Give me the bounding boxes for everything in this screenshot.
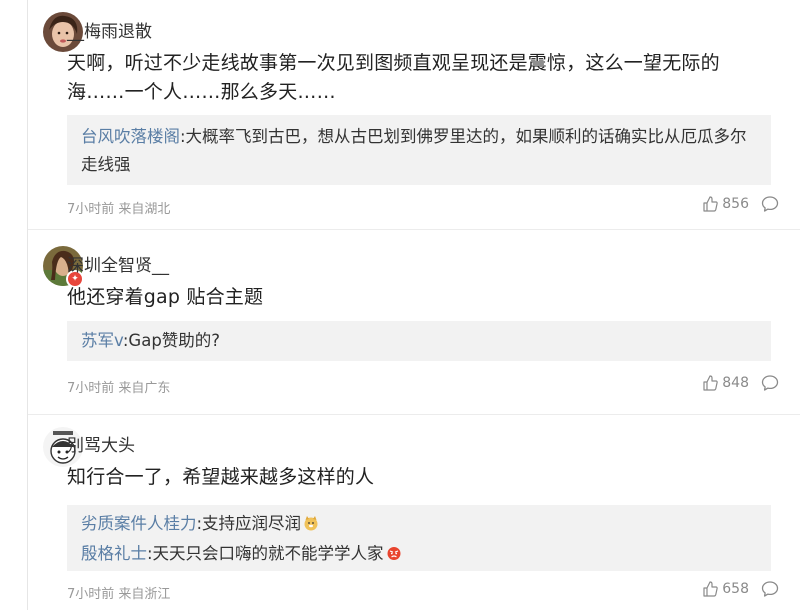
reply-author[interactable]: 苏军v	[81, 331, 123, 350]
doge-emoji-icon	[303, 512, 319, 540]
comment-bubble-icon	[761, 375, 779, 391]
comment-timestamp: 7小时前 来自湖北	[67, 202, 171, 217]
reply-text: :Gap赞助的?	[122, 331, 221, 350]
comment-meta: 7小时前 来自湖北 856	[67, 195, 779, 217]
reply-item: 劣质案件人桂力:支持应润尽润	[81, 510, 757, 540]
reply-text: :支持应润尽润	[196, 514, 302, 533]
like-count: 658	[722, 581, 749, 597]
reply-text: :天天只会口嗨的就不能学学人家	[147, 544, 384, 563]
divider	[28, 229, 800, 230]
like-button[interactable]: 848	[702, 375, 749, 391]
comment-timestamp: 7小时前 来自广东	[67, 381, 171, 396]
reply-author[interactable]: 劣质案件人桂力	[81, 514, 197, 533]
reply-text: :大概率飞到古巴，想从古巴划到佛罗里达的，如果顺利的话确实比从厄瓜多尔走线强	[81, 127, 747, 174]
reply-button[interactable]	[761, 580, 779, 602]
reply-button[interactable]	[761, 195, 779, 217]
reply-item: 殷格礼士:天天只会口嗨的就不能学学人家	[81, 540, 757, 570]
thumbs-up-icon	[703, 581, 719, 597]
comment-text: 知行合一了，希望越来越多这样的人	[67, 466, 375, 488]
comment-bubble-icon	[761, 581, 779, 597]
thumbs-up-icon	[703, 196, 719, 212]
reply-author[interactable]: 殷格礼士	[81, 544, 147, 563]
reply-author[interactable]: 台风吹落楼阁	[81, 127, 180, 146]
username[interactable]: __梅雨退散	[67, 17, 152, 42]
comment-meta: 7小时前 来自浙江 658	[67, 580, 779, 602]
like-count: 848	[722, 375, 749, 391]
like-button[interactable]: 658	[702, 581, 749, 597]
reply-item: 台风吹落楼阁:大概率飞到古巴，想从古巴划到佛罗里达的，如果顺利的话确实比从厄瓜多…	[81, 123, 757, 179]
reply-box[interactable]: 劣质案件人桂力:支持应润尽润 殷格礼士:天天只会口嗨的就不能学学人家	[67, 505, 771, 571]
comment-text: 天啊，听过不少走线故事第一次见到图频直观呈现还是震惊，这么一望无际的海……一个人…	[67, 52, 720, 103]
like-button[interactable]: 856	[702, 196, 749, 212]
reply-item: 苏军v:Gap赞助的?	[81, 327, 757, 355]
reply-button[interactable]	[761, 374, 779, 396]
comment-timestamp: 7小时前 来自浙江	[67, 587, 171, 602]
divider	[28, 414, 800, 415]
like-count: 856	[722, 196, 749, 212]
username[interactable]: 深圳全智贤__	[67, 251, 169, 276]
username[interactable]: 别骂大头	[67, 431, 135, 456]
comment-meta: 7小时前 来自广东 848	[67, 374, 779, 396]
comment-bubble-icon	[761, 196, 779, 212]
thumbs-up-icon	[703, 375, 719, 391]
comment-text: 他还穿着gap 贴合主题	[67, 286, 264, 308]
reply-box[interactable]: 苏军v:Gap赞助的?	[67, 321, 771, 361]
left-border	[27, 0, 28, 610]
angry-face-emoji-icon	[386, 542, 402, 570]
reply-box[interactable]: 台风吹落楼阁:大概率飞到古巴，想从古巴划到佛罗里达的，如果顺利的话确实比从厄瓜多…	[67, 115, 771, 185]
